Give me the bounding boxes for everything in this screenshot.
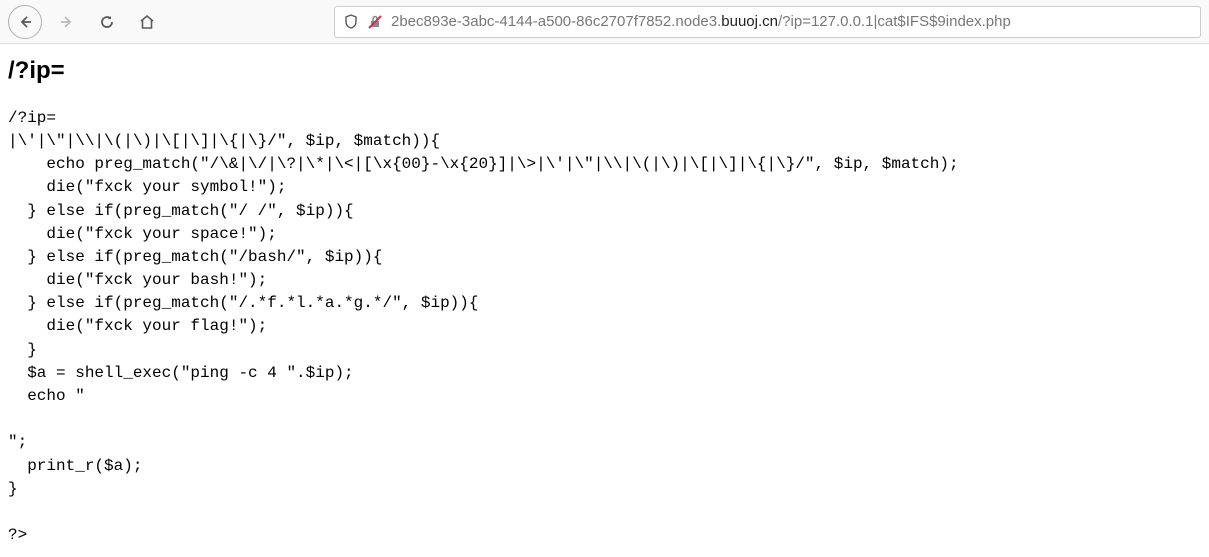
url-domain: buuoj.cn [721, 13, 778, 30]
page-heading: /?ip= [8, 54, 1201, 89]
nav-button-group [8, 5, 162, 39]
arrow-right-icon [59, 14, 75, 30]
code-output: /?ip= |\'|\"|\\|\(|\)|\[|\]|\{|\}/", $ip… [8, 107, 1201, 548]
reload-button[interactable] [92, 7, 122, 37]
url-text: 2bec893e-3abc-4144-a500-86c2707f7852.nod… [391, 13, 1011, 30]
home-icon [139, 14, 155, 30]
url-bar[interactable]: 2bec893e-3abc-4144-a500-86c2707f7852.nod… [334, 6, 1201, 38]
page-content: /?ip= /?ip= |\'|\"|\\|\(|\)|\[|\]|\{|\}/… [0, 44, 1209, 557]
arrow-left-icon [17, 14, 33, 30]
url-path: /?ip=127.0.0.1|cat$IFS$9index.php [778, 13, 1011, 30]
shield-icon [343, 14, 359, 30]
forward-button[interactable] [52, 7, 82, 37]
insecure-lock-icon [367, 14, 383, 30]
back-button[interactable] [8, 5, 42, 39]
home-button[interactable] [132, 7, 162, 37]
browser-toolbar: 2bec893e-3abc-4144-a500-86c2707f7852.nod… [0, 0, 1209, 44]
url-host-prefix: 2bec893e-3abc-4144-a500-86c2707f7852.nod… [391, 13, 721, 30]
reload-icon [99, 14, 115, 30]
